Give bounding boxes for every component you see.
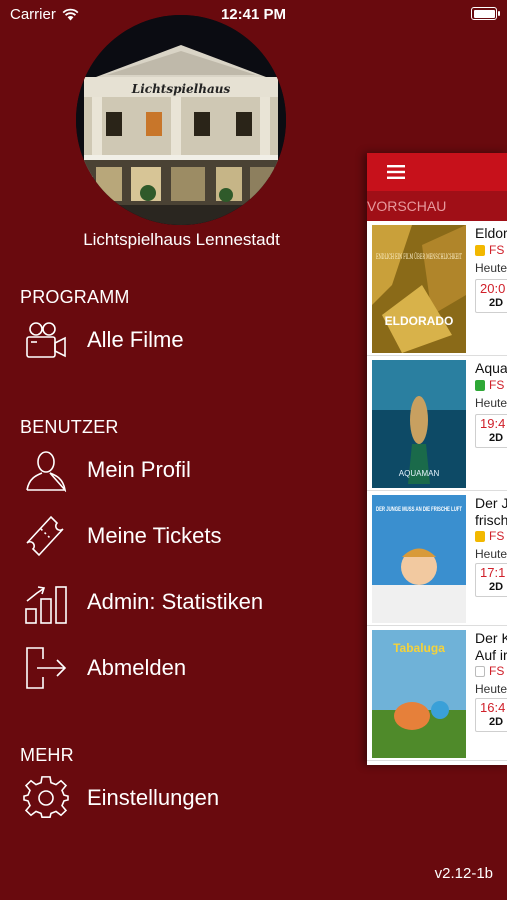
section-header-mehr: MEHR	[20, 745, 74, 765]
fsk-badge-icon	[475, 379, 485, 391]
showtime-day: Heute	[475, 396, 507, 410]
movie-title: Aqua	[475, 360, 507, 376]
movie-title: Der K Auf ir	[475, 630, 507, 663]
movie-poster: ENDLICH EIN FILM ÜBER MENSCHLICHKEIT ELD…	[372, 225, 466, 353]
menu-item-label: Mein Profil	[87, 457, 191, 482]
status-bar: Carrier 12:41 PM	[0, 0, 507, 30]
status-time: 12:41 PM	[220, 6, 287, 23]
video-camera-icon	[22, 316, 70, 364]
tab-vorschau[interactable]: VORSCHAU	[367, 191, 507, 221]
menu-item-abmelden[interactable]: Abmelden	[22, 644, 342, 692]
menu-item-label: Abmelden	[87, 655, 187, 680]
fsk-badge-icon	[475, 665, 485, 677]
menu-item-einstellungen[interactable]: Einstellungen	[22, 774, 342, 822]
poster-tagline: ENDLICH EIN FILM ÜBER MENSCHLICHKEIT	[376, 252, 462, 261]
fsk-rating: FS	[475, 529, 504, 543]
movie-poster: DER JUNGE MUSS AN DIE FRISCHE LUFT	[372, 495, 466, 623]
menu-item-label: Einstellungen	[87, 785, 220, 810]
poster-title: AQUAMAN	[399, 469, 440, 478]
fsk-badge-icon	[475, 244, 485, 256]
panel-navbar	[367, 153, 507, 191]
bar-chart-icon	[22, 578, 70, 626]
movie-list-item[interactable]: ENDLICH EIN FILM ÜBER MENSCHLICHKEIT ELD…	[367, 221, 507, 356]
app-version: v2.12-1b	[434, 865, 493, 882]
fsk-badge-icon	[475, 530, 485, 542]
hamburger-menu-icon[interactable]	[387, 165, 405, 179]
fsk-rating: FS	[475, 243, 504, 257]
main-content-panel[interactable]: VORSCHAU ENDLICH EIN FILM ÜBER MENSCHLIC…	[367, 153, 507, 765]
showtime-button[interactable]: 20:0 2D	[475, 279, 507, 313]
cinema-sign-text: Lichtspielhaus	[131, 82, 231, 96]
menu-item-label: Meine Tickets	[87, 523, 222, 548]
cinema-building-image: Lichtspielhaus	[76, 15, 286, 225]
battery-icon	[471, 7, 500, 20]
showtime-button[interactable]: 16:4 2D	[475, 698, 507, 732]
person-icon	[22, 446, 70, 494]
cinema-name: Lichtspielhaus Lennestadt	[83, 230, 280, 249]
menu-item-label: Admin: Statistiken	[87, 589, 264, 614]
poster-title: ELDORADO	[385, 314, 454, 328]
movie-poster: AQUAMAN	[372, 360, 466, 488]
showtime-day: Heute	[475, 261, 507, 275]
showtime-button[interactable]: 19:4 2D	[475, 414, 507, 448]
showtime-day: Heute	[475, 682, 507, 696]
logout-icon	[22, 644, 70, 692]
menu-item-label: Alle Filme	[87, 327, 184, 352]
menu-item-admin-statistiken[interactable]: Admin: Statistiken	[22, 578, 342, 626]
poster-title: DER JUNGE MUSS AN DIE FRISCHE LUFT	[376, 506, 462, 513]
showtime-button[interactable]: 17:1 2D	[475, 563, 507, 597]
movie-title: Der Jfrisch	[475, 495, 507, 528]
menu-item-mein-profil[interactable]: Mein Profil	[22, 446, 342, 494]
fsk-rating: FS	[475, 664, 504, 678]
ticket-icon	[22, 512, 70, 560]
section-header-benutzer: BENUTZER	[20, 417, 119, 437]
movie-list-item[interactable]: AQUAMAN Aqua FS Heute 19:4 2D	[367, 356, 507, 491]
cinema-photo[interactable]: Lichtspielhaus	[76, 15, 286, 225]
gear-icon	[22, 774, 70, 822]
menu-item-alle-filme[interactable]: Alle Filme	[22, 316, 342, 364]
poster-title: Tabaluga	[393, 641, 445, 655]
showtime-day: Heute	[475, 547, 507, 561]
movie-poster: Tabaluga	[372, 630, 466, 758]
movie-title: Eldor	[475, 225, 507, 241]
fsk-rating: FS	[475, 378, 504, 392]
movie-list-item[interactable]: DER JUNGE MUSS AN DIE FRISCHE LUFT Der J…	[367, 491, 507, 626]
movie-list-item[interactable]: Tabaluga Der K Auf ir FS Heute 16:4 2D	[367, 626, 507, 761]
menu-item-meine-tickets[interactable]: Meine Tickets	[22, 512, 342, 560]
section-header-programm: PROGRAMM	[20, 287, 130, 307]
